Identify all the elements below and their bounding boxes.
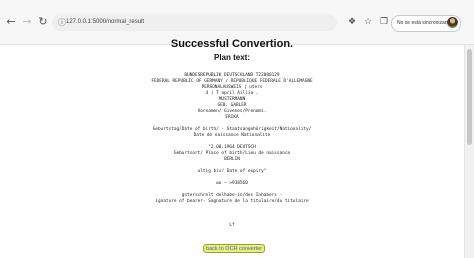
ocr-text-line: "2.08.1964 DEUTSCH bbox=[208, 145, 256, 150]
favorites-star-icon[interactable]: ☆ bbox=[362, 16, 374, 28]
ocr-text-line: MUSTERMANN bbox=[218, 97, 246, 102]
ocr-text-line: Vornamen/ Givenes/Prenoms. bbox=[197, 109, 267, 114]
ocr-text-line: ignature of bearer- Sagnature de la titu… bbox=[155, 199, 309, 204]
ocr-text-line: ultig bis/ Date of expiry" bbox=[197, 169, 267, 174]
back-arrow-icon[interactable]: ← bbox=[4, 15, 18, 29]
ocr-text-line: wo — >938560 bbox=[216, 181, 248, 186]
ocr-text-line: ERIKA bbox=[225, 115, 239, 120]
collections-icon[interactable]: ❐ bbox=[378, 16, 390, 28]
avatar bbox=[447, 17, 458, 28]
scrollbar-thumb[interactable] bbox=[467, 49, 472, 145]
plain-text-heading: Plan text: bbox=[213, 53, 250, 62]
ocr-text-line: BUNDESREPUBLIK DEUTSCHLAND T22000129 bbox=[184, 73, 280, 78]
page-title: Successful Convertion. bbox=[170, 38, 294, 50]
ocr-text-line: FEDERAL REPUBLIC OF GERMANY / REPUBLIQUE… bbox=[151, 79, 313, 84]
ocr-text-line: PERSONALAUSWEIS | uterv bbox=[201, 85, 263, 90]
extensions-icon[interactable]: ❖ bbox=[346, 16, 358, 28]
ocr-text-line: BERLIN bbox=[224, 157, 240, 162]
ocr-text-line: Geburtsort/ Place of birth/Lieu de naiss… bbox=[173, 151, 291, 156]
forward-arrow-icon[interactable]: → bbox=[20, 15, 34, 29]
profile-sync-label: No se está sincronizando bbox=[397, 20, 454, 26]
ocr-text-line: Date de naissance Nationalite bbox=[193, 133, 271, 138]
url-text[interactable]: 127.0.0.1:5000/normal_result bbox=[66, 17, 144, 28]
profile-button[interactable]: No se está sincronizando bbox=[391, 15, 461, 32]
ocr-text-line: Lf bbox=[229, 223, 235, 228]
reload-icon[interactable]: ↻ bbox=[36, 15, 50, 29]
ocr-text-line: gnterschrelt delhabe-in/des Inhabers - bbox=[181, 193, 283, 198]
back-to-converter-button[interactable]: back to OCR converter bbox=[203, 244, 265, 253]
scrollbar[interactable] bbox=[464, 45, 474, 258]
ocr-text-line: 4 ) T april Aillia , bbox=[205, 91, 259, 96]
address-bar[interactable]: ⓘ 127.0.0.1:5000/normal_result bbox=[52, 14, 337, 31]
page-content: Successful Convertion. Plan text: BUNDES… bbox=[0, 38, 464, 258]
ocr-text-line: Geburtstag/Date of birth/ - Staatsangehö… bbox=[152, 127, 312, 132]
ocr-text-line: GEB. GABLER bbox=[217, 103, 247, 108]
